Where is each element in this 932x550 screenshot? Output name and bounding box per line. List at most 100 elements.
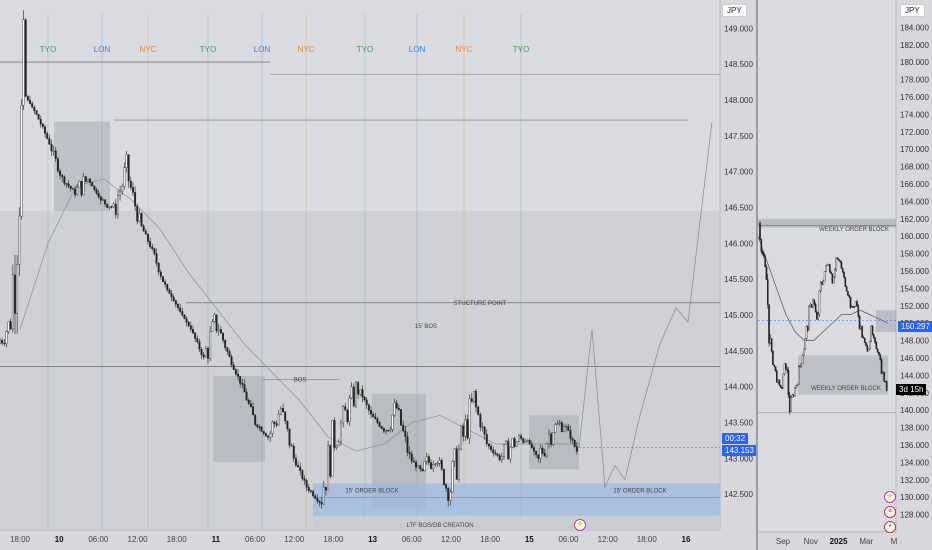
candle-daily bbox=[867, 348, 870, 352]
candle bbox=[535, 450, 538, 455]
daily-chart-pane[interactable]: 184.000 182.000 180.000 178.000 176.000 174.0… bbox=[758, 0, 932, 550]
candle bbox=[284, 411, 287, 422]
candle bbox=[213, 314, 216, 322]
event-icon[interactable]: • bbox=[884, 521, 896, 533]
candle bbox=[314, 495, 317, 499]
candle bbox=[151, 246, 154, 249]
daily-chart-svg[interactable]: 184.000 182.000 180.000 178.000 176.000 174.0… bbox=[758, 0, 932, 550]
x-tick-label: 10 bbox=[55, 535, 64, 544]
candle bbox=[320, 502, 323, 505]
candle bbox=[533, 447, 535, 452]
candle bbox=[241, 383, 244, 385]
candle bbox=[106, 203, 109, 208]
candle bbox=[69, 185, 72, 189]
candle bbox=[331, 420, 334, 477]
currency-label[interactable]: JPY bbox=[722, 4, 747, 17]
candle-daily bbox=[883, 372, 885, 382]
candle bbox=[541, 447, 544, 454]
candle bbox=[273, 421, 276, 424]
candle-daily bbox=[838, 259, 840, 261]
supply-box bbox=[876, 310, 896, 332]
candle bbox=[125, 154, 128, 168]
candle bbox=[305, 480, 308, 488]
candle bbox=[511, 438, 514, 448]
candle-daily bbox=[786, 368, 788, 371]
candle-daily bbox=[818, 290, 821, 315]
intraday-chart-svg[interactable]: 149.000 148.500 148.000 147.500 147.000 146.5… bbox=[0, 0, 756, 550]
candle bbox=[359, 389, 362, 395]
candle-daily bbox=[834, 269, 836, 278]
candle bbox=[80, 181, 83, 196]
candle-daily bbox=[841, 268, 844, 273]
candle bbox=[0, 340, 1, 344]
candle bbox=[333, 420, 336, 448]
y-tick-label: 136.000 bbox=[900, 441, 929, 450]
intraday-chart-pane[interactable]: 149.000 148.500 148.000 147.500 147.000 146.5… bbox=[0, 0, 756, 550]
candle bbox=[400, 409, 402, 426]
candle-daily bbox=[791, 394, 794, 398]
candle-daily bbox=[812, 299, 814, 308]
candle-daily bbox=[760, 239, 763, 252]
candle bbox=[378, 422, 381, 427]
candle bbox=[183, 314, 186, 319]
candle-daily bbox=[874, 337, 876, 343]
candle bbox=[481, 426, 484, 428]
currency-label-right[interactable]: JPY bbox=[900, 4, 925, 17]
x-tick-label: 2025 bbox=[830, 537, 848, 546]
candle bbox=[147, 233, 149, 242]
candle bbox=[170, 293, 173, 298]
candle bbox=[427, 456, 430, 463]
candle bbox=[494, 452, 497, 455]
x-tick-label: 12:00 bbox=[598, 535, 619, 544]
session-label: NYC bbox=[456, 45, 473, 54]
candle bbox=[71, 188, 74, 190]
countdown-tag-right: 3d 15h bbox=[896, 384, 927, 395]
candle bbox=[543, 453, 546, 457]
structure-point-label: STUCTURE POINT bbox=[454, 301, 507, 307]
candle bbox=[350, 386, 353, 399]
candle-daily bbox=[782, 373, 785, 389]
candle-daily bbox=[852, 306, 854, 308]
candle bbox=[39, 119, 42, 125]
session-label: NYC bbox=[140, 45, 157, 54]
candle bbox=[395, 402, 398, 409]
candle bbox=[142, 225, 145, 232]
candle bbox=[11, 274, 14, 330]
x-tick-label: 06:00 bbox=[245, 535, 266, 544]
candle bbox=[391, 414, 394, 430]
candle-daily bbox=[796, 384, 799, 386]
candle bbox=[552, 432, 555, 445]
candle bbox=[322, 486, 325, 505]
candle bbox=[507, 440, 510, 460]
candle-daily bbox=[884, 381, 887, 383]
y-tick-label: 172.000 bbox=[900, 128, 929, 137]
candle-daily bbox=[875, 342, 878, 350]
candle bbox=[185, 318, 188, 323]
candle bbox=[374, 416, 377, 420]
candle bbox=[159, 271, 162, 277]
candle bbox=[442, 469, 445, 485]
candle bbox=[97, 192, 100, 197]
flag-icon[interactable]: ≡ bbox=[884, 506, 896, 518]
candle bbox=[108, 206, 111, 208]
candle bbox=[172, 296, 175, 301]
candle-daily bbox=[785, 363, 787, 370]
candle-daily bbox=[825, 265, 827, 272]
candle bbox=[63, 176, 66, 184]
candle-daily bbox=[779, 384, 782, 388]
candle bbox=[192, 329, 194, 334]
candle bbox=[530, 443, 533, 448]
candle-daily bbox=[869, 340, 871, 350]
candle bbox=[187, 321, 190, 326]
candle bbox=[37, 114, 40, 120]
lightning-icon[interactable]: ⚡ bbox=[574, 519, 586, 531]
lightning-icon-right[interactable]: ⚡ bbox=[884, 491, 896, 503]
candle bbox=[194, 332, 197, 339]
y-tick-label: 147.000 bbox=[724, 168, 753, 177]
candle bbox=[397, 407, 400, 410]
candle bbox=[550, 433, 553, 445]
y-tick-label: 170.000 bbox=[900, 145, 929, 154]
candle bbox=[567, 426, 570, 431]
candle bbox=[249, 403, 252, 407]
x-tick-label: Nov bbox=[804, 537, 818, 546]
